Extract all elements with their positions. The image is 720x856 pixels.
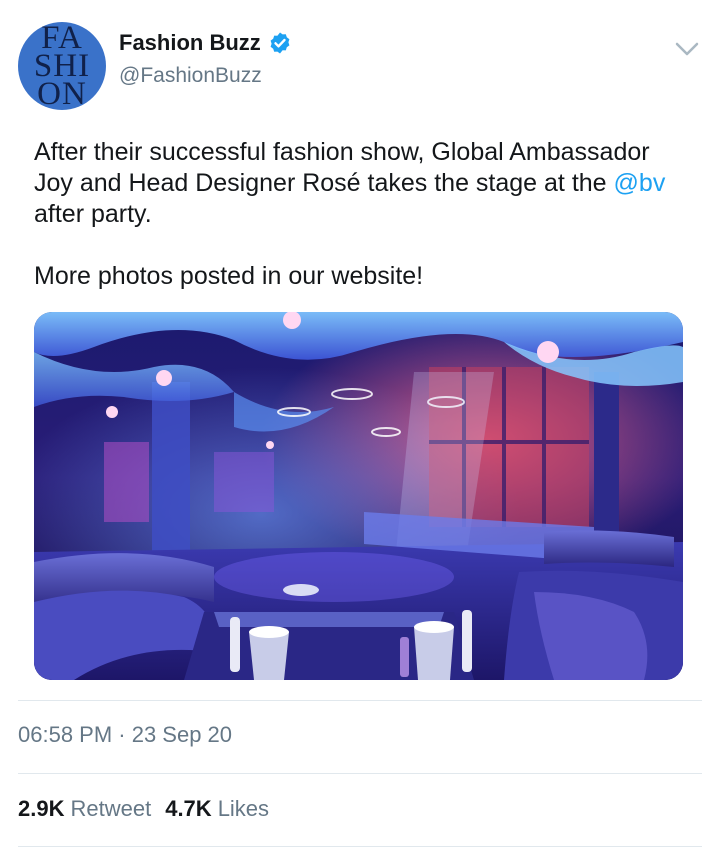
display-name[interactable]: Fashion Buzz	[119, 30, 261, 56]
tweet-stats: 2.9K Retweet 4.7K Likes	[18, 796, 283, 822]
tweet-text-paragraph: After their successful fashion show, Glo…	[34, 137, 694, 230]
divider	[18, 846, 702, 847]
tweet-photo[interactable]	[34, 312, 683, 680]
tweet-text-segment: after party.	[34, 200, 152, 228]
avatar[interactable]: FA SHI ON	[18, 22, 106, 110]
likes-count[interactable]: 4.7K	[165, 796, 211, 822]
nightclub-photo	[34, 312, 683, 680]
tweet-timestamp[interactable]: 06:58 PM · 23 Sep 20	[18, 722, 232, 748]
retweet-count[interactable]: 2.9K	[18, 796, 64, 822]
verified-badge-icon	[270, 32, 290, 54]
avatar-text-line: ON	[37, 76, 87, 111]
mention-link[interactable]: @bv	[614, 169, 666, 197]
tweet-header: FA SHI ON Fashion Buzz @FashionBuzz	[18, 22, 702, 114]
retweet-label[interactable]: Retweet	[70, 796, 151, 822]
chevron-down-icon[interactable]	[672, 34, 702, 64]
tweet-text-paragraph: More photos posted in our website!	[34, 262, 424, 290]
likes-label[interactable]: Likes	[218, 796, 269, 822]
avatar-logo-text: FA SHI ON	[18, 22, 106, 111]
author-handle[interactable]: @FashionBuzz	[119, 64, 262, 88]
tweet-text-segment: After their successful fashion show, Glo…	[34, 138, 650, 197]
tweet-body: After their successful fashion show, Glo…	[34, 137, 694, 323]
divider	[18, 773, 702, 774]
author-name-row: Fashion Buzz	[119, 30, 292, 56]
divider	[18, 700, 702, 701]
